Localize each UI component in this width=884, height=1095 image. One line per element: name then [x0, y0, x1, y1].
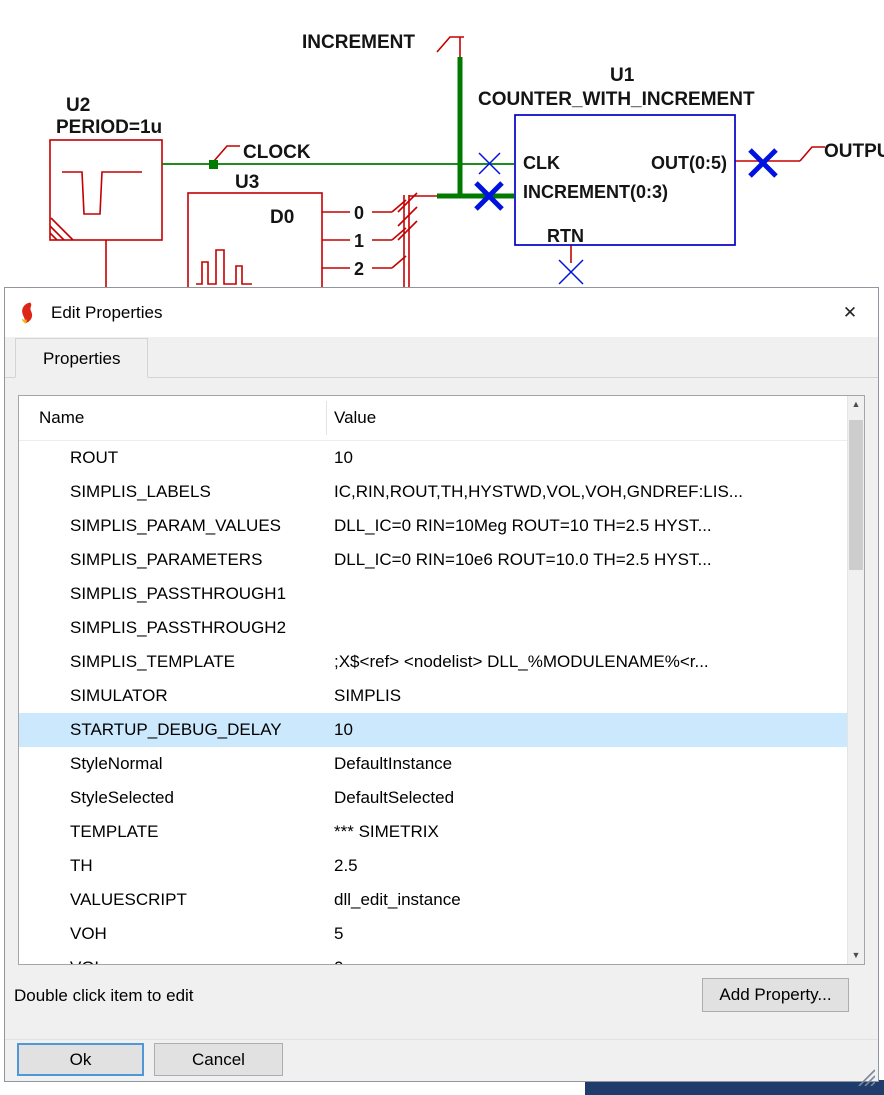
- u3-d0-label[interactable]: D0: [270, 207, 294, 228]
- property-row[interactable]: ROUT10: [19, 441, 847, 475]
- property-name: SIMPLIS_PARAM_VALUES: [19, 509, 334, 543]
- background-window-strip: [585, 1080, 884, 1095]
- column-divider: [326, 401, 327, 435]
- property-name: SIMULATOR: [19, 679, 334, 713]
- column-header-value[interactable]: Value: [334, 408, 376, 428]
- scroll-up-icon[interactable]: ▲: [848, 396, 864, 413]
- property-value: 2.5: [334, 849, 847, 883]
- net-label-output[interactable]: OUTPUT: [824, 141, 884, 162]
- property-row[interactable]: SIMPLIS_LABELSIC,RIN,ROUT,TH,HYSTWD,VOL,…: [19, 475, 847, 509]
- property-row[interactable]: SIMPLIS_PARAMETERSDLL_IC=0 RIN=10e6 ROUT…: [19, 543, 847, 577]
- property-value: *** SIMETRIX: [334, 815, 847, 849]
- ok-button[interactable]: Ok: [17, 1043, 144, 1076]
- u2-ref-label[interactable]: U2: [66, 95, 90, 116]
- resize-grip[interactable]: [855, 1066, 875, 1086]
- add-property-button[interactable]: Add Property...: [702, 978, 849, 1012]
- table-scrollbar[interactable]: ▲ ▼: [847, 396, 864, 964]
- net-label-increment[interactable]: INCREMENT: [302, 32, 415, 53]
- u1-name-label[interactable]: COUNTER_WITH_INCREMENT: [478, 89, 755, 110]
- net-label-clock[interactable]: CLOCK: [243, 142, 311, 163]
- property-value: DLL_IC=0 RIN=10Meg ROUT=10 TH=2.5 HYST..…: [334, 509, 847, 543]
- property-value: 5: [334, 917, 847, 951]
- bus-bit-1: 1: [354, 231, 364, 251]
- properties-table: Name Value ROUT10 SIMPLIS_LABELSIC,RIN,R…: [18, 395, 865, 965]
- connection-markers: [476, 150, 776, 284]
- property-row[interactable]: STARTUP_DEBUG_DELAY10: [19, 713, 847, 747]
- property-row[interactable]: VALUESCRIPTdll_edit_instance: [19, 883, 847, 917]
- property-name: SIMPLIS_PARAMETERS: [19, 543, 334, 577]
- property-name: VOL: [19, 951, 334, 964]
- u3-ref-label[interactable]: U3: [235, 172, 259, 193]
- property-row[interactable]: SIMULATORSIMPLIS: [19, 679, 847, 713]
- property-name: STARTUP_DEBUG_DELAY: [19, 713, 334, 747]
- properties-rows: ROUT10 SIMPLIS_LABELSIC,RIN,ROUT,TH,HYST…: [19, 441, 847, 964]
- property-value: SIMPLIS: [334, 679, 847, 713]
- property-row[interactable]: SIMPLIS_PASSTHROUGH2: [19, 611, 847, 645]
- footer-separator: [5, 1039, 878, 1040]
- green-nets[interactable]: [162, 57, 514, 198]
- property-row[interactable]: SIMPLIS_PARAM_VALUESDLL_IC=0 RIN=10Meg R…: [19, 509, 847, 543]
- property-value: [334, 577, 847, 611]
- u1-ref-label[interactable]: U1: [610, 65, 635, 86]
- scroll-down-icon[interactable]: ▼: [848, 947, 864, 964]
- property-value: 0: [334, 951, 847, 964]
- dialog-titlebar[interactable]: Edit Properties ✕: [5, 288, 878, 337]
- property-name: SIMPLIS_PASSTHROUGH1: [19, 577, 334, 611]
- property-name: SIMPLIS_LABELS: [19, 475, 334, 509]
- property-value: [334, 611, 847, 645]
- property-value: ;X$<ref> <nodelist> DLL_%MODULENAME%<r..…: [334, 645, 847, 679]
- property-row[interactable]: VOH5: [19, 917, 847, 951]
- property-name: StyleNormal: [19, 747, 334, 781]
- column-header-name[interactable]: Name: [39, 408, 84, 428]
- property-name: SIMPLIS_TEMPLATE: [19, 645, 334, 679]
- u1-pin-rtn: RTN: [547, 226, 584, 246]
- property-name: StyleSelected: [19, 781, 334, 815]
- scrollbar-thumb[interactable]: [849, 420, 863, 570]
- property-row[interactable]: VOL0: [19, 951, 847, 964]
- close-icon[interactable]: ✕: [836, 299, 864, 327]
- property-row[interactable]: SIMPLIS_TEMPLATE;X$<ref> <nodelist> DLL_…: [19, 645, 847, 679]
- property-name: VALUESCRIPT: [19, 883, 334, 917]
- hint-text: Double click item to edit: [14, 986, 194, 1006]
- screen: INCREMENT U2 PERIOD=1u CLOCK U3 D0 U1 CO…: [0, 0, 884, 1095]
- u1-pin-increment: INCREMENT(0:3): [523, 182, 668, 202]
- table-header: Name Value: [19, 396, 847, 440]
- property-row[interactable]: TEMPLATE*** SIMETRIX: [19, 815, 847, 849]
- cancel-button[interactable]: Cancel: [154, 1043, 283, 1076]
- bus-bit-2: 2: [354, 259, 364, 279]
- property-value: DLL_IC=0 RIN=10e6 ROUT=10.0 TH=2.5 HYST.…: [334, 543, 847, 577]
- property-value: IC,RIN,ROUT,TH,HYSTWD,VOL,VOH,GNDREF:LIS…: [334, 475, 847, 509]
- property-value: 10: [334, 713, 847, 747]
- property-row[interactable]: TH2.5: [19, 849, 847, 883]
- property-value: DefaultInstance: [334, 747, 847, 781]
- tab-properties[interactable]: Properties: [15, 338, 148, 378]
- schematic-canvas[interactable]: INCREMENT U2 PERIOD=1u CLOCK U3 D0 U1 CO…: [0, 0, 884, 292]
- bus-bit-0: 0: [354, 203, 364, 223]
- property-name: TEMPLATE: [19, 815, 334, 849]
- property-name: VOH: [19, 917, 334, 951]
- u1-pin-clk: CLK: [523, 153, 560, 173]
- property-row[interactable]: SIMPLIS_PASSTHROUGH1: [19, 577, 847, 611]
- edit-properties-dialog: Edit Properties ✕ Properties Name Value …: [4, 287, 879, 1082]
- u2-param-label[interactable]: PERIOD=1u: [56, 117, 162, 138]
- tab-bar: Properties: [5, 337, 878, 378]
- property-row[interactable]: StyleNormalDefaultInstance: [19, 747, 847, 781]
- dialog-title: Edit Properties: [51, 303, 163, 323]
- property-value: 10: [334, 441, 847, 475]
- property-value: DefaultSelected: [334, 781, 847, 815]
- property-name: TH: [19, 849, 334, 883]
- property-name: SIMPLIS_PASSTHROUGH2: [19, 611, 334, 645]
- property-value: dll_edit_instance: [334, 883, 847, 917]
- property-row[interactable]: StyleSelectedDefaultSelected: [19, 781, 847, 815]
- simetrix-logo-icon: [17, 301, 41, 325]
- u1-pin-out: OUT(0:5): [651, 153, 727, 173]
- property-name: ROUT: [19, 441, 334, 475]
